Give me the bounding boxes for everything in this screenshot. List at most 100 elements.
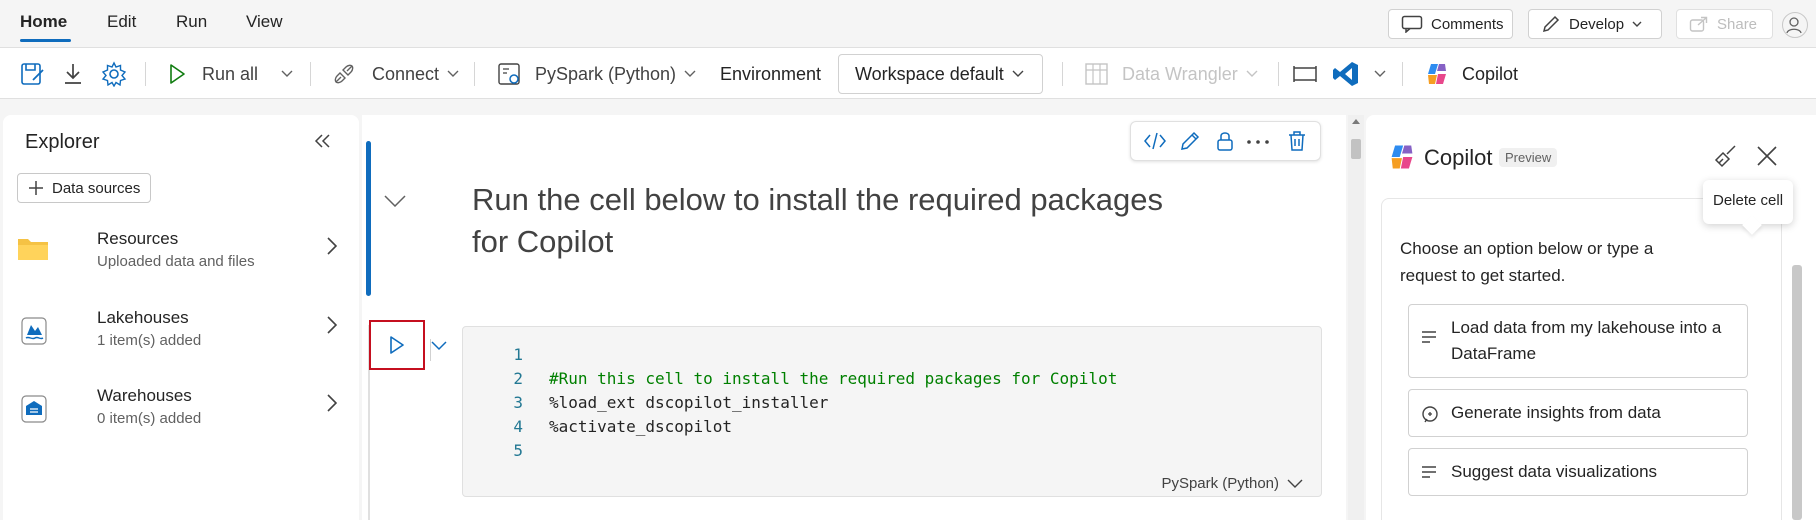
explorer-item-resources[interactable]: Resources Uploaded data and files (3, 223, 359, 283)
connect-button[interactable]: Connect (332, 48, 459, 100)
code-line: %load_ext dscopilot_installer (549, 393, 829, 412)
copilot-intro-text: Choose an option below or type a request… (1400, 239, 1654, 285)
resources-sub: Uploaded data and files (97, 253, 255, 270)
kernel-label: PySpark (Python) (535, 63, 677, 84)
plus-icon (28, 180, 44, 196)
code-view-icon[interactable] (1143, 130, 1167, 152)
download-icon[interactable] (61, 48, 85, 100)
save-as-icon[interactable] (20, 48, 46, 100)
run-all-dropdown[interactable] (281, 48, 293, 100)
clear-chat-broom-icon[interactable] (1714, 144, 1738, 168)
connect-label: Connect (372, 63, 440, 84)
notebook-canvas: Run the cell below to install the requir… (362, 115, 1346, 520)
share-button[interactable]: Share (1676, 9, 1773, 39)
vscode-icon[interactable] (1332, 48, 1360, 100)
code-line: %activate_dscopilot (549, 417, 733, 436)
copilot-title: Copilot (1424, 145, 1493, 170)
focus-mode-icon[interactable] (1292, 48, 1318, 100)
explorer-item-lakehouses[interactable]: Lakehouses 1 item(s) added (3, 302, 359, 362)
tab-view[interactable]: View (246, 12, 283, 32)
chevron-down-icon (1632, 21, 1642, 27)
share-label: Share (1717, 15, 1758, 33)
kernel-dropdown[interactable]: PySpark (Python) (497, 48, 696, 100)
toolbar-divider (145, 62, 146, 86)
trash-icon[interactable] (1287, 130, 1307, 152)
explorer-pane: Explorer Data sources Resources Uploaded… (3, 115, 359, 520)
cell-toolbar (1130, 121, 1321, 161)
data-wrangler-icon (1084, 61, 1110, 87)
copilot-label: Copilot (1462, 63, 1519, 84)
menu-bar: Home Edit Run View Comments Develop Shar… (0, 0, 1816, 46)
tab-edit[interactable]: Edit (107, 12, 136, 32)
tab-run[interactable]: Run (176, 12, 207, 32)
data-wrangler-label: Data Wrangler (1122, 63, 1238, 84)
suggestion-label: Generate insights from data (1451, 403, 1661, 422)
markdown-cell-text[interactable]: Run the cell below to install the requir… (472, 179, 1202, 263)
cell-language-label: PySpark (Python) (1161, 475, 1279, 492)
settings-gear-icon[interactable] (101, 48, 127, 100)
warehouses-label: Warehouses (97, 386, 192, 405)
play-icon (168, 63, 186, 85)
toolbar-divider (310, 62, 311, 86)
workspace-dropdown[interactable]: Workspace default (838, 54, 1043, 94)
code-cell-editor[interactable]: 1 2 #Run this cell to install the requir… (462, 326, 1322, 497)
lakehouses-sub: 1 item(s) added (97, 332, 202, 349)
chevron-right-icon[interactable] (327, 394, 337, 412)
code-comment-line: #Run this cell to install the required p… (549, 369, 1118, 388)
close-icon[interactable] (1756, 145, 1778, 167)
plug-icon (332, 62, 356, 86)
lock-icon[interactable] (1215, 130, 1235, 152)
toolbar-divider (1402, 62, 1403, 86)
run-all-button[interactable]: Run all (168, 48, 258, 100)
run-all-label: Run all (202, 63, 259, 84)
run-cell-button[interactable] (369, 320, 425, 370)
lakehouse-icon (21, 317, 47, 345)
warehouses-sub: 0 item(s) added (97, 410, 202, 427)
scroll-thumb[interactable] (1351, 139, 1361, 159)
suggestion-load-data-button[interactable]: Load data from my lakehouse into a DataF… (1408, 304, 1748, 378)
vscode-dropdown[interactable] (1374, 48, 1386, 100)
scroll-up-arrow-icon[interactable] (1352, 119, 1360, 124)
run-options-chevron-icon[interactable] (431, 341, 447, 351)
chevron-right-icon[interactable] (327, 237, 337, 255)
lines-icon (1421, 330, 1437, 344)
copilot-button[interactable]: Copilot (1424, 48, 1518, 100)
line-number: 2 (513, 369, 523, 388)
explorer-item-warehouses[interactable]: Warehouses 0 item(s) added (3, 380, 359, 440)
play-icon (389, 336, 405, 354)
copilot-scrollbar[interactable] (1792, 265, 1802, 520)
toolbar-divider (1062, 62, 1063, 86)
line-number: 5 (513, 441, 523, 460)
suggestion-insights-button[interactable]: Generate insights from data (1408, 389, 1748, 437)
notebook-scrollbar[interactable] (1348, 115, 1364, 520)
delete-cell-tooltip: Delete cell (1703, 180, 1794, 224)
lakehouses-label: Lakehouses (97, 308, 189, 327)
collapse-pane-icon[interactable] (313, 133, 331, 149)
copilot-icon (1424, 61, 1450, 87)
data-wrangler-button[interactable]: Data Wrangler (1084, 48, 1258, 100)
account-avatar[interactable] (1782, 12, 1808, 38)
copilot-icon (1387, 142, 1417, 172)
line-number: 3 (513, 393, 523, 412)
ribbon-toolbar: Run all Connect PySpark (Python) Environ… (0, 47, 1816, 99)
suggestion-visualizations-button[interactable]: Suggest data visualizations (1408, 448, 1748, 496)
suggestion-label: Suggest data visualizations (1451, 462, 1658, 481)
more-options-icon[interactable] (1246, 139, 1270, 145)
chevron-right-icon[interactable] (327, 316, 337, 334)
develop-dropdown[interactable]: Develop (1528, 9, 1662, 39)
warehouse-icon (21, 395, 47, 423)
cell-language-dropdown[interactable]: PySpark (Python) (1161, 475, 1303, 492)
comments-button[interactable]: Comments (1388, 9, 1513, 39)
active-tab-indicator (20, 39, 71, 42)
line-number: 4 (513, 417, 523, 436)
tab-home[interactable]: Home (20, 12, 67, 32)
active-cell-indicator (366, 141, 371, 296)
copilot-pane: Copilot Preview Choose an option below o… (1366, 115, 1816, 520)
data-sources-button[interactable]: Data sources (17, 173, 152, 203)
collapse-cell-chevron-icon[interactable] (384, 195, 406, 207)
edit-pencil-icon[interactable] (1179, 130, 1201, 152)
comments-label: Comments (1431, 15, 1504, 33)
workspace-label: Workspace default (855, 63, 1004, 84)
line-number: 1 (513, 345, 523, 364)
preview-badge: Preview (1499, 148, 1558, 167)
